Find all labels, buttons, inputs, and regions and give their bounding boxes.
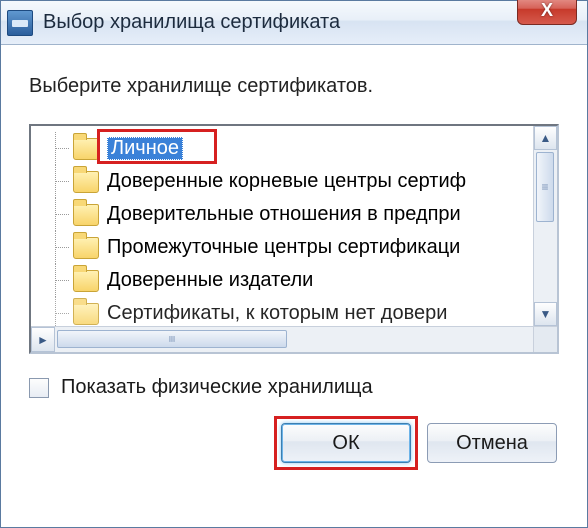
tree-item[interactable]: Личное [31,132,557,165]
folder-icon [73,237,99,259]
folder-icon [73,303,99,325]
scroll-up-button[interactable]: ▲ [534,126,557,150]
close-icon: X [541,0,553,21]
scrollbar-corner [533,326,557,352]
vertical-scrollbar[interactable]: ▲ ▼ [533,126,557,326]
horizontal-scrollbar[interactable]: ◄ ► [31,326,533,352]
cancel-button[interactable]: Отмена [427,423,557,463]
tree-item-label: Доверенные корневые центры сертиф [107,170,466,193]
tree-item-label: Промежуточные центры сертификаци [107,236,460,259]
tree-connector [45,132,73,165]
instruction-text: Выберите хранилище сертификатов. [29,75,559,98]
ok-button[interactable]: ОК [281,423,411,463]
dialog-content: Выберите хранилище сертификатов. Личное … [1,45,587,481]
scroll-thumb-horizontal[interactable] [57,330,287,348]
certificate-store-tree: Личное Доверенные корневые центры сертиф… [29,124,559,354]
tree-viewport: Личное Доверенные корневые центры сертиф… [31,126,557,352]
folder-icon [73,270,99,292]
scroll-down-button[interactable]: ▼ [534,302,557,326]
tree-item-label: Личное [107,137,183,160]
ok-button-label: ОК [332,432,359,455]
tree-item[interactable]: Промежуточные центры сертификаци [31,231,557,264]
show-physical-stores-checkbox[interactable] [29,378,49,398]
tree-item-label: Доверенные издатели [107,269,313,292]
titlebar[interactable]: Выбор хранилища сертификата X [1,1,587,45]
folder-icon [73,138,99,160]
folder-icon [73,171,99,193]
cancel-button-label: Отмена [456,432,528,455]
dialog-buttons: ОК Отмена [29,423,559,463]
checkbox-label: Показать физические хранилища [61,376,373,399]
tree-item[interactable]: Доверенные издатели [31,264,557,297]
tree-connector [45,198,73,231]
show-physical-stores-row[interactable]: Показать физические хранилища [29,376,559,399]
tree-item-label: Сертификаты, к которым нет довери [107,302,447,325]
window-title: Выбор хранилища сертификата [43,11,340,34]
scroll-right-button[interactable]: ► [31,327,55,352]
tree-connector [45,231,73,264]
certificate-icon [7,10,33,36]
close-button[interactable]: X [517,0,577,25]
tree-item[interactable]: Доверенные корневые центры сертиф [31,165,557,198]
tree-connector [45,165,73,198]
tree-item-label: Доверительные отношения в предпри [107,203,461,226]
tree-item[interactable]: Доверительные отношения в предпри [31,198,557,231]
certificate-store-dialog: Выбор хранилища сертификата X Выберите х… [0,0,588,528]
folder-icon [73,204,99,226]
scroll-thumb-vertical[interactable] [536,152,554,222]
tree-connector [45,264,73,297]
